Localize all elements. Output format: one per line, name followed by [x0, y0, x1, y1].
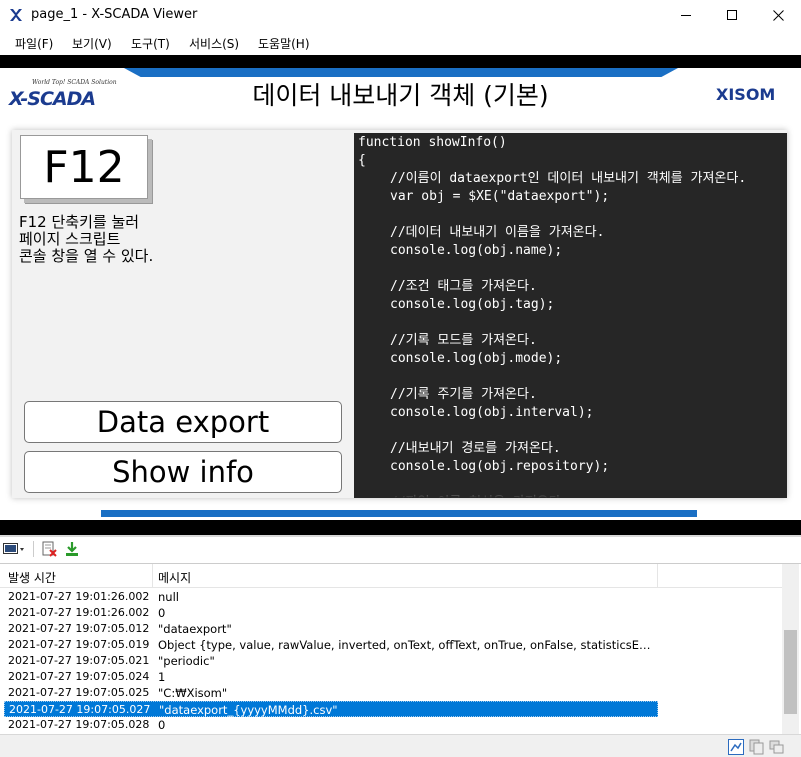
log-message-cell: "dataexport_{yyyyMMdd}.csv": [159, 703, 338, 717]
description-line: 페이지 스크립트: [19, 230, 121, 248]
log-time-cell: 2021-07-27 19:07:05.027: [9, 703, 151, 716]
code-fade: [354, 486, 787, 498]
menu-service[interactable]: 서비스(S): [189, 35, 239, 52]
close-icon: [772, 10, 784, 21]
log-time-cell: 2021-07-27 19:01:26.002: [8, 590, 150, 603]
clear-log-icon[interactable]: [41, 541, 57, 557]
code-line: function showInfo(): [358, 135, 507, 150]
page-title: 데이터 내보내기 객체 (기본): [252, 81, 549, 110]
menu-help[interactable]: 도움말(H): [258, 35, 310, 52]
log-row[interactable]: 2021-07-27 19:07:05.012 "dataexport": [4, 621, 658, 637]
log-message-cell: "dataexport": [158, 622, 232, 636]
log-time-cell: 2021-07-27 19:01:26.002: [8, 606, 150, 619]
x-scada-app-icon: [9, 8, 23, 22]
log-row[interactable]: 2021-07-27 19:07:05.025 "C:₩Xisom": [4, 685, 658, 701]
maximize-button[interactable]: [709, 0, 755, 31]
code-line: var obj = $XE("dataexport");: [390, 189, 610, 204]
save-log-icon[interactable]: [64, 541, 80, 557]
code-line: console.log(obj.interval);: [390, 405, 594, 420]
code-line: //데이터 내보내기 이름을 가져온다.: [390, 225, 605, 240]
log-row[interactable]: 2021-07-27 19:07:05.021 "periodic": [4, 653, 658, 669]
log-row[interactable]: 2021-07-27 19:07:05.027 "dataexport_{yyyy…: [4, 701, 658, 717]
code-line: //이름이 dataexport인 데이터 내보내기 객체를 가져온다.: [390, 171, 747, 186]
log-table-header: 발생 시간 메시지: [0, 564, 782, 588]
log-row[interactable]: 2021-07-27 19:01:26.002 0: [4, 605, 658, 621]
window-title: page_1 - X-SCADA Viewer: [31, 7, 198, 22]
console-menu-icon[interactable]: [3, 541, 25, 557]
log-row[interactable]: 2021-07-27 19:07:05.019 Object {type, val…: [4, 637, 658, 653]
code-line: //내보내기 경로를 가져온다.: [390, 441, 561, 456]
scada-page: World Top! SCADA Solution X-SCADA 데이터 내보…: [0, 68, 801, 520]
xisom-logo: XISOM: [716, 85, 775, 107]
log-message-cell: null: [158, 590, 179, 604]
code-line: //기록 주기를 가져온다.: [390, 387, 537, 402]
content-panel: F12 F12 단축키를 눌러 페이지 스크립트 콘솔 창을 열 수 있다. D…: [12, 130, 787, 498]
code-line: //조건 태그를 가져온다.: [390, 279, 537, 294]
log-message-cell: 1: [158, 670, 166, 684]
bottom-accent-band: [101, 510, 697, 517]
code-line: //기록 모드를 가져온다.: [390, 333, 537, 348]
maximize-icon: [726, 10, 737, 20]
xisom-logo-text: XISOM: [716, 85, 776, 104]
toolbar-divider: [33, 541, 34, 557]
description-line: 콘솔 창을 열 수 있다.: [19, 247, 154, 265]
minimize-button[interactable]: [663, 0, 709, 31]
description-line: F12 단축키를 눌러: [19, 213, 140, 231]
log-time-cell: 2021-07-27 19:07:05.024: [8, 670, 150, 683]
title-bar: page_1 - X-SCADA Viewer: [0, 0, 801, 31]
show-info-button[interactable]: Show info: [24, 451, 342, 493]
scrollbar-thumb[interactable]: [784, 630, 797, 714]
log-message-cell: Object {type, value, rawValue, inverted,…: [158, 638, 656, 652]
code-line: console.log(obj.mode);: [390, 351, 563, 366]
log-time-cell: 2021-07-27 19:07:05.019: [8, 638, 150, 651]
f12-description: F12 단축키를 눌러 페이지 스크립트 콘솔 창을 열 수 있다.: [19, 214, 219, 265]
log-time-cell: 2021-07-27 19:07:05.028: [8, 718, 150, 731]
log-time-cell: 2021-07-27 19:07:05.021: [8, 654, 150, 667]
log-message-cell: 0: [158, 718, 166, 732]
log-scrollbar[interactable]: [782, 564, 799, 735]
data-export-button[interactable]: Data export: [24, 401, 342, 443]
menu-view[interactable]: 보기(V): [72, 35, 112, 52]
code-line: console.log(obj.repository);: [390, 459, 610, 474]
console-log-table: 발생 시간 메시지 2021-07-27 19:01:26.002 null 202…: [0, 563, 801, 735]
code-line: console.log(obj.name);: [390, 243, 563, 258]
log-time-cell: 2021-07-27 19:07:05.012: [8, 622, 150, 635]
console-toolbar: [0, 537, 801, 563]
close-button[interactable]: [755, 0, 801, 31]
log-message-cell: 0: [158, 606, 166, 620]
column-divider[interactable]: [152, 564, 153, 588]
window-list-icon[interactable]: [769, 739, 785, 755]
column-header-message[interactable]: 메시지: [158, 569, 191, 586]
code-line: {: [358, 153, 366, 168]
chart-view-icon[interactable]: [728, 739, 744, 755]
minimize-icon: [680, 15, 691, 16]
menu-file[interactable]: 파일(F): [15, 35, 53, 52]
menu-tools[interactable]: 도구(T): [131, 35, 170, 52]
menu-bar: 파일(F) 보기(V) 도구(T) 서비스(S) 도움말(H): [0, 31, 801, 55]
log-row[interactable]: 2021-07-27 19:01:26.002 null: [4, 589, 658, 605]
status-bar: [0, 734, 801, 757]
log-message-cell: "periodic": [158, 654, 215, 668]
f12-key-graphic: F12: [20, 135, 148, 199]
log-row[interactable]: 2021-07-27 19:07:05.028 0: [4, 717, 658, 733]
script-code-panel: function showInfo() { //이름이 dataexport인 데이…: [354, 133, 787, 498]
viewer-stage: World Top! SCADA Solution X-SCADA 데이터 내보…: [0, 55, 801, 535]
log-time-cell: 2021-07-27 19:07:05.025: [8, 686, 150, 699]
column-divider[interactable]: [657, 564, 658, 588]
log-row[interactable]: 2021-07-27 19:07:05.024 1: [4, 669, 658, 685]
column-header-time[interactable]: 발생 시간: [8, 569, 56, 586]
log-message-cell: "C:₩Xisom": [158, 686, 228, 700]
code-line: console.log(obj.tag);: [390, 297, 555, 312]
pages-icon[interactable]: [749, 739, 765, 755]
